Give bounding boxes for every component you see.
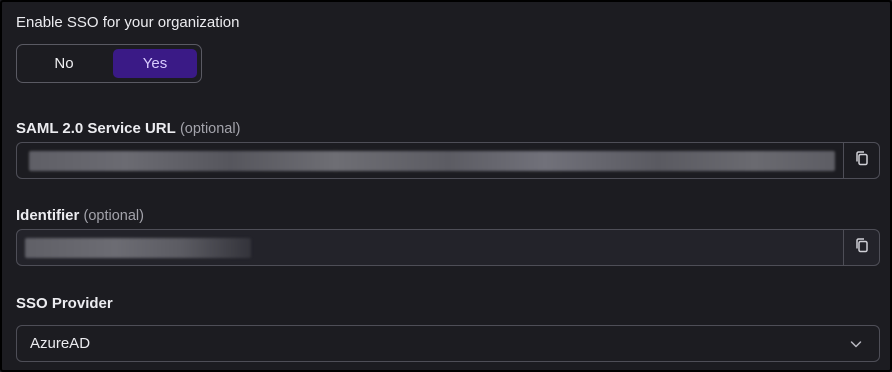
enable-sso-toggle: No Yes xyxy=(16,44,202,83)
sso-provider-select[interactable]: AzureAD xyxy=(16,325,880,362)
identifier-copy-button[interactable] xyxy=(843,230,879,265)
saml-url-label: SAML 2.0 Service URL (optional) xyxy=(16,120,241,137)
saml-url-field xyxy=(16,142,880,179)
chevron-down-icon xyxy=(849,337,863,356)
toggle-no-button[interactable]: No xyxy=(21,49,107,78)
identifier-value[interactable] xyxy=(17,230,843,265)
sso-provider-label: SSO Provider xyxy=(16,295,113,312)
redacted-value xyxy=(25,237,251,258)
toggle-yes-button[interactable]: Yes xyxy=(113,49,197,78)
saml-url-copy-button[interactable] xyxy=(843,143,879,178)
copy-icon xyxy=(854,237,870,259)
copy-icon xyxy=(854,150,870,172)
redacted-value xyxy=(29,150,835,171)
sso-settings-panel: Enable SSO for your organization No Yes … xyxy=(0,0,892,372)
enable-sso-label: Enable SSO for your organization xyxy=(16,14,240,31)
identifier-field xyxy=(16,229,880,266)
identifier-label: Identifier (optional) xyxy=(16,207,144,224)
saml-url-value[interactable] xyxy=(17,143,843,178)
sso-provider-selected-value: AzureAD xyxy=(30,335,91,352)
